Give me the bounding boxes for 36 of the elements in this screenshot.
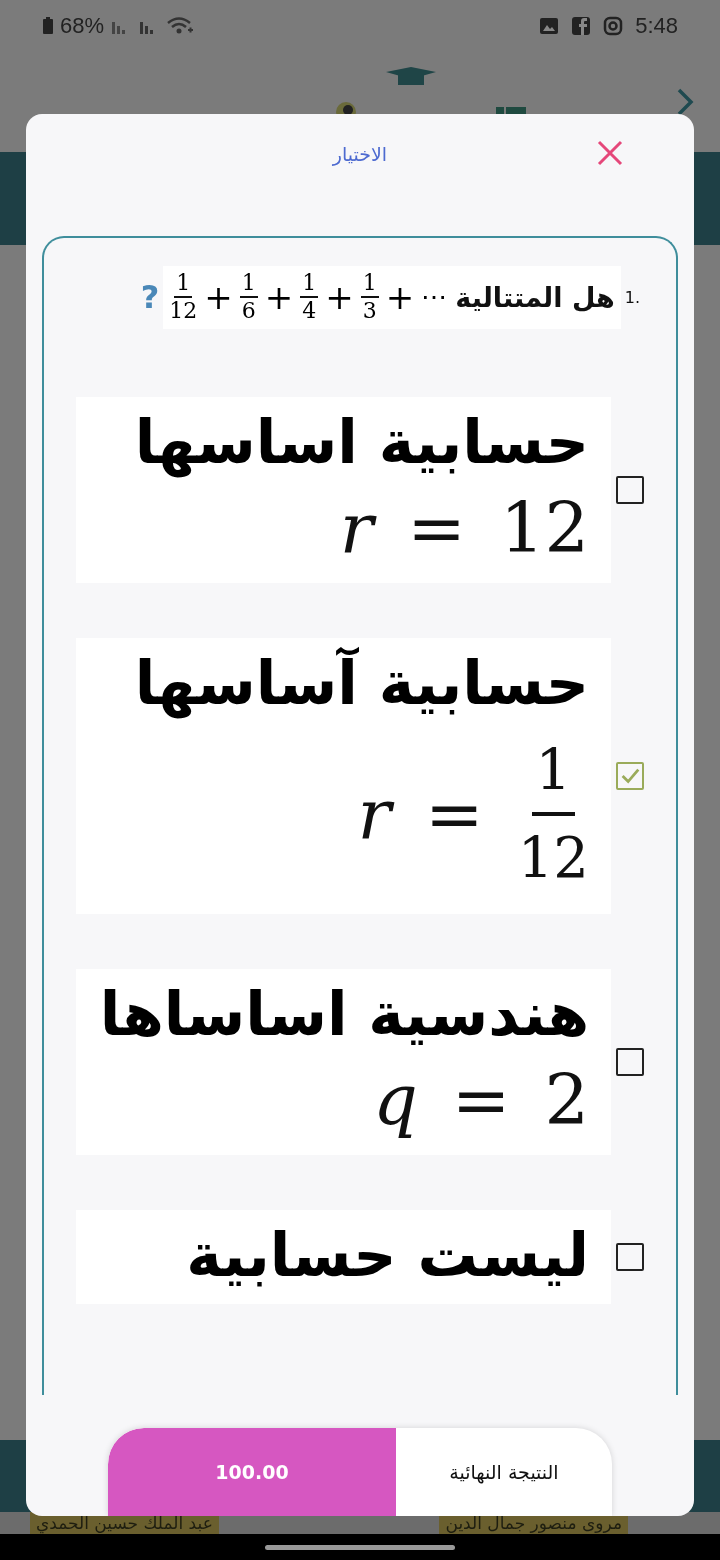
option-text: هندسية اساساها xyxy=(99,978,589,1049)
answer-option[interactable]: ليست حسابية xyxy=(76,1209,611,1304)
formula: q = 2 xyxy=(373,1058,589,1141)
close-icon[interactable] xyxy=(596,139,624,167)
question-text: هل المتتالية xyxy=(455,281,615,313)
battery-icon xyxy=(42,17,54,35)
fraction: 1 12 xyxy=(169,270,198,325)
fraction: 1 6 xyxy=(239,270,258,325)
question-mark: ? xyxy=(140,278,160,317)
facebook-icon xyxy=(571,16,592,36)
checkbox[interactable] xyxy=(616,1047,644,1076)
option-text: حسابية اساسها xyxy=(134,406,589,477)
home-indicator[interactable] xyxy=(265,1544,455,1550)
fraction: 1 4 xyxy=(300,270,319,325)
chevron-right-icon[interactable] xyxy=(676,87,694,117)
wifi-icon xyxy=(166,16,195,36)
plus-sign: + xyxy=(325,277,354,318)
dialog-title: الاختيار xyxy=(332,143,388,165)
instagram-icon xyxy=(603,16,624,36)
ellipsis: ⋯ xyxy=(421,282,448,313)
battery-level: 68% xyxy=(60,13,105,39)
plus-sign: + xyxy=(264,277,294,318)
image-icon xyxy=(539,16,560,36)
fraction: 1 3 xyxy=(360,270,379,325)
plus-sign: + xyxy=(385,277,415,318)
clock: 5:48 xyxy=(635,13,678,39)
checkbox[interactable] xyxy=(616,761,644,790)
checkbox[interactable] xyxy=(616,1242,644,1271)
option-text: ليست حسابية xyxy=(186,1219,589,1290)
result-label: النتيجة النهائية xyxy=(448,1460,560,1486)
option-text: حسابية آساسها xyxy=(134,647,589,718)
plus-sign: + xyxy=(204,277,233,318)
formula: r = 12 xyxy=(339,486,589,569)
checkbox[interactable] xyxy=(616,475,644,504)
question-number: 1. xyxy=(624,287,640,307)
score-badge: 100.00 xyxy=(108,1428,396,1516)
